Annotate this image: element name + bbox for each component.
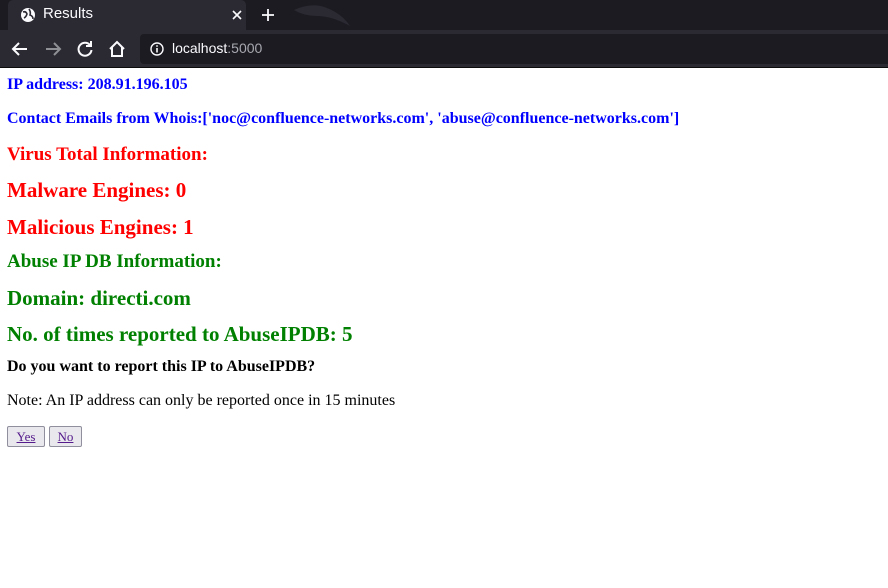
url-host: localhost [172,40,228,56]
home-icon[interactable] [107,39,127,59]
results-page: IP address: 208.91.196.105 Contact Email… [0,68,888,588]
tab-bar: Results [0,0,888,30]
address-bar[interactable]: localhost:5000 [140,34,888,64]
virus-total-header: Virus Total Information: [7,144,208,165]
rate-limit-note: Note: An IP address can only be reported… [7,392,396,409]
malware-engines-line: Malware Engines: 0 [7,178,187,202]
report-question: Do you want to report this IP to AbuseIP… [7,358,316,375]
ip-address-line: IP address: 208.91.196.105 [7,76,188,93]
tab-title: Results [43,5,94,22]
url-port: :5000 [227,40,263,56]
url-text[interactable]: localhost:5000 [172,40,262,56]
abuse-ipdb-header: Abuse IP DB Information: [7,251,222,272]
globe-icon [21,8,35,22]
browser-tab-results[interactable]: Results [8,0,246,30]
info-icon[interactable] [150,42,164,56]
domain-line: Domain: directi.com [7,286,191,310]
yes-button[interactable]: Yes [7,426,45,447]
reload-icon[interactable] [75,39,95,59]
forward-arrow-icon[interactable] [43,39,63,59]
back-arrow-icon[interactable] [10,39,30,59]
dragon-watermark-icon [294,5,350,26]
new-tab-icon[interactable] [258,5,278,25]
contact-emails-line: Contact Emails from Whois:['noc@confluen… [7,110,680,127]
malicious-engines-line: Malicious Engines: 1 [7,215,194,239]
close-tab-icon[interactable] [230,8,244,22]
times-reported-line: No. of times reported to AbuseIPDB: 5 [7,322,353,346]
no-button[interactable]: No [49,426,82,447]
